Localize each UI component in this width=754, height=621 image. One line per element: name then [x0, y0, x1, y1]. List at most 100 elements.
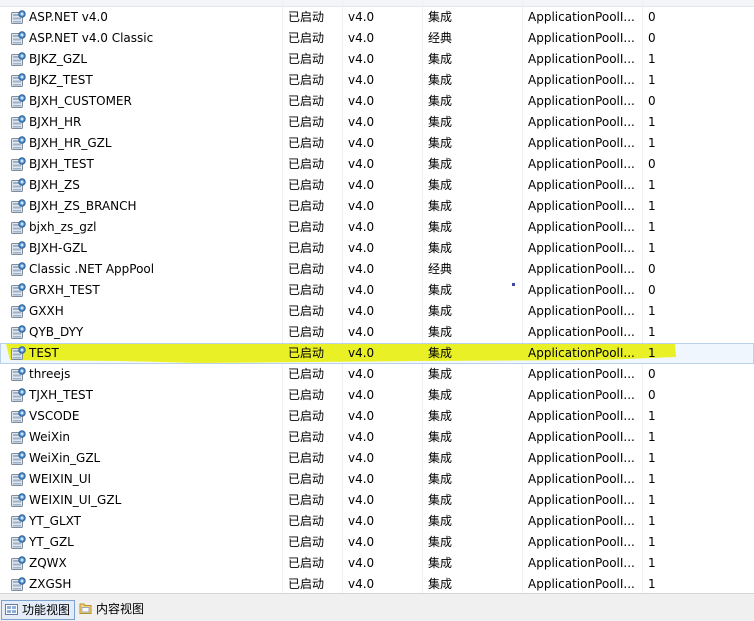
pool-row[interactable]: BJXH_TEST 已启动 v4.0 集成 ApplicationPoolI... 0 — [0, 154, 754, 175]
pool-pipeline-mode: 经典 — [428, 262, 453, 276]
pool-app-count: 1 — [648, 346, 656, 360]
app-pool-icon — [10, 10, 26, 25]
app-pool-icon — [10, 430, 26, 445]
pool-app-count: 1 — [648, 73, 656, 87]
pool-clr-version: v4.0 — [348, 304, 375, 318]
pool-status: 已启动 — [288, 73, 325, 87]
pool-row[interactable]: TJXH_TEST 已启动 v4.0 集成 ApplicationPoolI... 0 — [0, 385, 754, 406]
app-pool-icon — [10, 451, 26, 466]
pool-status: 已启动 — [288, 94, 325, 108]
pool-name: VSCODE — [29, 409, 80, 423]
app-pool-icon — [10, 367, 26, 382]
pool-row[interactable]: bjxh_zs_gzl 已启动 v4.0 集成 ApplicationPoolI... 1 — [0, 217, 754, 238]
pool-status: 已启动 — [288, 451, 325, 465]
pool-row[interactable]: WEIXIN_UI_GZL 已启动 v4.0 集成 ApplicationPoolI..… — [0, 490, 754, 511]
pool-row[interactable]: ASP.NET v4.0 Classic 已启动 v4.0 经典 Application… — [0, 28, 754, 49]
pool-pipeline-mode: 集成 — [428, 304, 453, 318]
pool-pipeline-mode: 集成 — [428, 52, 453, 66]
pool-app-count: 0 — [648, 367, 656, 381]
pool-identity: ApplicationPoolI... — [528, 472, 635, 486]
pool-app-count: 0 — [648, 94, 656, 108]
pool-pipeline-mode: 集成 — [428, 220, 453, 234]
pool-app-count: 0 — [648, 388, 656, 402]
column-header-bar[interactable] — [0, 0, 754, 7]
pool-row[interactable]: WEIXIN_UI 已启动 v4.0 集成 ApplicationPoolI... 1 — [0, 469, 754, 490]
pool-row[interactable]: BJKZ_GZL 已启动 v4.0 集成 ApplicationPoolI... 1 — [0, 49, 754, 70]
pool-clr-version: v4.0 — [348, 283, 375, 297]
app-pool-icon — [10, 514, 26, 529]
pool-clr-version: v4.0 — [348, 514, 375, 528]
pool-status: 已启动 — [288, 136, 325, 150]
pool-row[interactable]: threejs 已启动 v4.0 集成 ApplicationPoolI... 0 — [0, 364, 754, 385]
pool-name: Classic .NET AppPool — [29, 262, 155, 276]
app-pool-icon — [10, 325, 26, 340]
pool-row[interactable]: WeiXin_GZL 已启动 v4.0 集成 ApplicationPoolI... 1 — [0, 448, 754, 469]
pool-identity: ApplicationPoolI... — [528, 430, 635, 444]
pool-row[interactable]: ZXGSH 已启动 v4.0 集成 ApplicationPoolI... 1 — [0, 574, 754, 593]
pool-name: ZXGSH — [29, 577, 72, 591]
pool-row[interactable]: WeiXin 已启动 v4.0 集成 ApplicationPoolI... 1 — [0, 427, 754, 448]
pool-identity: ApplicationPoolI... — [528, 367, 635, 381]
pool-name: YT_GZL — [29, 535, 74, 549]
pool-clr-version: v4.0 — [348, 388, 375, 402]
pool-clr-version: v4.0 — [348, 346, 375, 360]
pool-app-count: 0 — [648, 262, 656, 276]
app-pool-icon — [10, 157, 26, 172]
application-pools-list[interactable]: ASP.NET v4.0 已启动 v4.0 集成 ApplicationPoolI...… — [0, 0, 754, 593]
pool-status: 已启动 — [288, 409, 325, 423]
pool-row[interactable]: VSCODE 已启动 v4.0 集成 ApplicationPoolI... 1 — [0, 406, 754, 427]
pool-row[interactable]: GRXH_TEST 已启动 v4.0 集成 ApplicationPoolI... 0 — [0, 280, 754, 301]
pool-row[interactable]: BJXH-GZL 已启动 v4.0 集成 ApplicationPoolI... 1 — [0, 238, 754, 259]
pool-app-count: 1 — [648, 115, 656, 129]
tab-content-view[interactable]: 内容视图 — [76, 600, 148, 618]
pool-row[interactable]: GXXH 已启动 v4.0 集成 ApplicationPoolI... 1 — [0, 301, 754, 322]
app-pool-icon — [10, 220, 26, 235]
app-pool-icon — [10, 52, 26, 67]
pool-row[interactable]: BJXH_CUSTOMER 已启动 v4.0 集成 ApplicationPoolI..… — [0, 91, 754, 112]
pool-clr-version: v4.0 — [348, 52, 375, 66]
pool-status: 已启动 — [288, 31, 325, 45]
pool-clr-version: v4.0 — [348, 493, 375, 507]
pool-row[interactable]: BJXH_ZS_BRANCH 已启动 v4.0 集成 ApplicationPoolI.… — [0, 196, 754, 217]
app-pool-icon — [10, 577, 26, 592]
pool-pipeline-mode: 集成 — [428, 577, 453, 591]
pool-identity: ApplicationPoolI... — [528, 451, 635, 465]
pool-row-selected[interactable]: TEST 已启动 v4.0 集成 ApplicationPoolI... 1 — [0, 343, 754, 364]
pool-row[interactable]: BJKZ_TEST 已启动 v4.0 集成 ApplicationPoolI... 1 — [0, 70, 754, 91]
pool-clr-version: v4.0 — [348, 157, 375, 171]
pool-row[interactable]: BJXH_HR 已启动 v4.0 集成 ApplicationPoolI... 1 — [0, 112, 754, 133]
pool-status: 已启动 — [288, 430, 325, 444]
pool-row[interactable]: QYB_DYY 已启动 v4.0 集成 ApplicationPoolI... 1 — [0, 322, 754, 343]
pool-row[interactable]: ASP.NET v4.0 已启动 v4.0 集成 ApplicationPoolI...… — [0, 7, 754, 28]
view-switcher-bar: 功能视图 内容视图 — [0, 593, 754, 621]
pool-clr-version: v4.0 — [348, 73, 375, 87]
app-pool-icon — [10, 31, 26, 46]
pool-clr-version: v4.0 — [348, 556, 375, 570]
pool-app-count: 1 — [648, 178, 656, 192]
pool-row[interactable]: BJXH_ZS 已启动 v4.0 集成 ApplicationPoolI... 1 — [0, 175, 754, 196]
pool-identity: ApplicationPoolI... — [528, 577, 635, 591]
pool-row[interactable]: Classic .NET AppPool 已启动 v4.0 经典 Application… — [0, 259, 754, 280]
pool-app-count: 1 — [648, 451, 656, 465]
pool-row[interactable]: BJXH_HR_GZL 已启动 v4.0 集成 ApplicationPoolI... 1 — [0, 133, 754, 154]
pool-app-count: 1 — [648, 430, 656, 444]
pool-identity: ApplicationPoolI... — [528, 346, 635, 360]
pool-row[interactable]: ZQWX 已启动 v4.0 集成 ApplicationPoolI... 1 — [0, 553, 754, 574]
pool-row[interactable]: YT_GZL 已启动 v4.0 集成 ApplicationPoolI... 1 — [0, 532, 754, 553]
pool-pipeline-mode: 集成 — [428, 493, 453, 507]
pool-status: 已启动 — [288, 556, 325, 570]
pool-row[interactable]: YT_GLXT 已启动 v4.0 集成 ApplicationPoolI... 1 — [0, 511, 754, 532]
pool-pipeline-mode: 集成 — [428, 451, 453, 465]
pool-identity: ApplicationPoolI... — [528, 94, 635, 108]
pool-identity: ApplicationPoolI... — [528, 388, 635, 402]
tab-features-view[interactable]: 功能视图 — [1, 600, 76, 620]
pool-clr-version: v4.0 — [348, 325, 375, 339]
app-pool-icon — [10, 73, 26, 88]
pool-pipeline-mode: 集成 — [428, 136, 453, 150]
pool-app-count: 1 — [648, 199, 656, 213]
pool-identity: ApplicationPoolI... — [528, 283, 635, 297]
pool-pipeline-mode: 集成 — [428, 535, 453, 549]
pool-pipeline-mode: 集成 — [428, 94, 453, 108]
pool-clr-version: v4.0 — [348, 577, 375, 591]
pool-status: 已启动 — [288, 262, 325, 276]
